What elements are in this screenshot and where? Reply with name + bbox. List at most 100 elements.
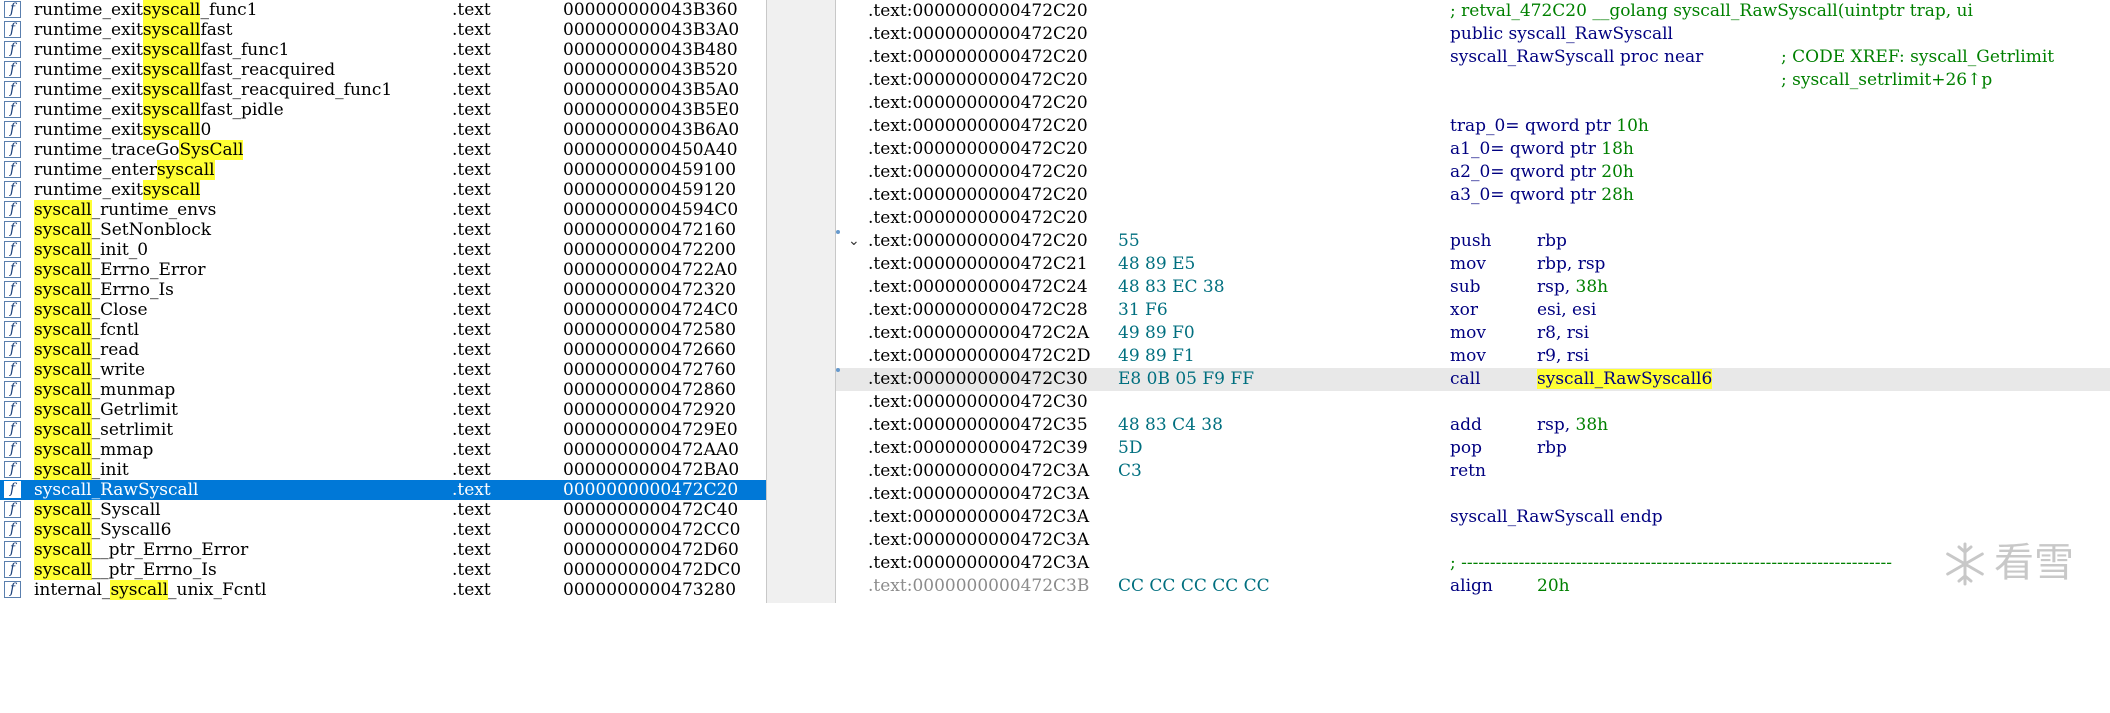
function-name: syscall_Close [34, 300, 148, 320]
xref-comment[interactable]: ; syscall_setrlimit+26↑p [1781, 69, 1992, 92]
disasm-line[interactable]: .text:0000000000472C39 5D pop rbp [836, 437, 2110, 460]
opcode-bytes: 49 89 F1 [1118, 346, 1195, 366]
breakpoint-marker [836, 230, 840, 234]
function-row[interactable]: f syscall_munmap .text 0000000000472860 [0, 380, 766, 400]
disasm-line[interactable]: .text:0000000000472C20 syscall_RawSyscall… [836, 46, 2110, 69]
search-match: syscall [142, 120, 201, 140]
disasm-line[interactable]: .text:0000000000472C35 48 83 C4 38 add rsp,… [836, 414, 2110, 437]
search-match: syscall [34, 520, 92, 540]
disasm-line[interactable]: .text:0000000000472C3A syscall_RawSyscall… [836, 506, 2110, 529]
function-row[interactable]: f syscall_Getrlimit .text 0000000000472920 [0, 400, 766, 420]
function-name: runtime_exitsyscall_func1 [34, 0, 258, 20]
search-match: syscall [34, 260, 92, 280]
line-address: .text:0000000000472C3B [868, 576, 1090, 596]
disasm-line[interactable]: .text:0000000000472C3B CC CC CC CC CC alig… [836, 575, 2110, 598]
function-row[interactable]: f syscall_Errno_Error .text 00000000004722A… [0, 260, 766, 280]
function-icon: f [4, 261, 21, 278]
name-part: _unix_Fcntl [168, 580, 267, 600]
function-row[interactable]: f syscall_write .text 0000000000472760 [0, 360, 766, 380]
function-name: runtime_exitsyscallfast_reacquired_func1 [34, 80, 392, 100]
collapse-chevron-icon[interactable]: ⌄ [848, 230, 860, 253]
disasm-line[interactable]: .text:0000000000472C21 48 89 E5 mov rbp, rs… [836, 253, 2110, 276]
function-name: syscall_RawSyscall [34, 480, 198, 500]
function-row[interactable]: f syscall_RawSyscall .text 0000000000472C20 [0, 480, 766, 500]
name-part: _write [91, 360, 146, 380]
disasm-line[interactable]: .text:0000000000472C20 [836, 207, 2110, 230]
name-part: runtime_exit [34, 80, 143, 100]
function-name: runtime_exitsyscallfast_pidle [34, 100, 284, 120]
function-row[interactable]: f syscall_SetNonblock .text 000000000047216… [0, 220, 766, 240]
search-match: syscall [34, 300, 92, 320]
function-row[interactable]: f syscall__ptr_Errno_Error .text 0000000000… [0, 540, 766, 560]
function-address: 0000000000472BA0 [563, 460, 740, 480]
function-icon: f [4, 81, 21, 98]
function-row[interactable]: f runtime_exitsyscallfast_reacquired .text… [0, 60, 766, 80]
function-row[interactable]: f syscall_init_0 .text 0000000000472200 [0, 240, 766, 260]
function-row[interactable]: f syscall_setrlimit .text 00000000004729E0 [0, 420, 766, 440]
disasm-line[interactable]: .text:0000000000472C20 a1_0= qword ptr 18… [836, 138, 2110, 161]
disasm-line[interactable]: .text:0000000000472C24 48 83 EC 38 sub rsp,… [836, 276, 2110, 299]
function-row[interactable]: f runtime_exitsyscall .text 000000000045912… [0, 180, 766, 200]
disasm-line[interactable]: .text:0000000000472C2A 49 89 F0 mov r8, rsi [836, 322, 2110, 345]
name-part: runtime_exit [34, 20, 143, 40]
name-part: _init_0 [91, 240, 149, 260]
function-row[interactable]: f runtime_traceGoSysCall .text 000000000045… [0, 140, 766, 160]
function-row[interactable]: f syscall_Errno_Is .text 0000000000472320 [0, 280, 766, 300]
line-address: .text:0000000000472C3A [868, 461, 1090, 481]
function-row[interactable]: f syscall_read .text 0000000000472660 [0, 340, 766, 360]
function-row[interactable]: f runtime_entersyscall .text 00000000004591… [0, 160, 766, 180]
search-match: syscall [34, 460, 92, 480]
function-row[interactable]: f syscall_fcntl .text 0000000000472580 [0, 320, 766, 340]
name-part: _setrlimit [91, 420, 174, 440]
pane-splitter[interactable] [766, 0, 836, 603]
function-row[interactable]: f internal_syscall_unix_Fcntl .text 0000000… [0, 580, 766, 600]
disasm-line[interactable]: .text:0000000000472C3A ; ----------------… [836, 552, 2110, 575]
function-icon: f [4, 381, 21, 398]
function-row[interactable]: f runtime_exitsyscallfast .text 00000000004… [0, 20, 766, 40]
function-row[interactable]: f syscall_Close .text 00000000004724C0 [0, 300, 766, 320]
function-row[interactable]: f runtime_exitsyscallfast_pidle .text 00000… [0, 100, 766, 120]
disasm-line[interactable]: ⌄ .text:0000000000472C20 55 push rbp [836, 230, 2110, 253]
function-name: syscall_Getrlimit [34, 400, 178, 420]
disasm-line[interactable]: .text:0000000000472C30 [836, 391, 2110, 414]
function-address: 0000000000472320 [563, 280, 737, 300]
function-row[interactable]: f runtime_exitsyscallfast_reacquired_func… [0, 80, 766, 100]
disasm-line[interactable]: .text:0000000000472C20 a3_0= qword ptr 28… [836, 184, 2110, 207]
operands: rbp [1537, 437, 1567, 460]
disasm-line[interactable]: .text:0000000000472C20 ; retval_472C20 __… [836, 0, 2110, 23]
stack-variable: a2_0= qword ptr 20h [1450, 161, 1634, 184]
disasm-line[interactable]: .text:0000000000472C20 trap_0= qword ptr … [836, 115, 2110, 138]
function-row[interactable]: f syscall_mmap .text 0000000000472AA0 [0, 440, 766, 460]
disasm-line[interactable]: .text:0000000000472C3A [836, 529, 2110, 552]
function-address: 0000000000472660 [563, 340, 737, 360]
disasm-line[interactable]: .text:0000000000472C20 public syscall_Raw… [836, 23, 2110, 46]
function-row[interactable]: f runtime_exitsyscallfast_func1 .text 00000… [0, 40, 766, 60]
disasm-line[interactable]: .text:0000000000472C20 ; syscall_setrlimi… [836, 69, 2110, 92]
watermark: 看雪 [1942, 533, 2082, 593]
function-address: 0000000000472DC0 [563, 560, 742, 580]
disasm-line[interactable]: .text:0000000000472C2D 49 89 F1 mov r9, rsi [836, 345, 2110, 368]
disasm-line[interactable]: .text:0000000000472C3A C3 retn [836, 460, 2110, 483]
disasm-line[interactable]: .text:0000000000472C20 a2_0= qword ptr 20… [836, 161, 2110, 184]
function-segment: .text [452, 220, 491, 240]
function-row[interactable]: f syscall_Syscall6 .text 0000000000472CC0 [0, 520, 766, 540]
disasm-line[interactable]: .text:0000000000472C28 31 F6 xor esi, esi [836, 299, 2110, 322]
function-icon: f [4, 241, 21, 258]
function-row[interactable]: f syscall_Syscall .text 0000000000472C40 [0, 500, 766, 520]
disasm-line[interactable]: .text:0000000000472C30 E8 0B 05 F9 FF call… [836, 368, 2110, 391]
function-row[interactable]: f runtime_exitsyscall0 .text 000000000043B6… [0, 120, 766, 140]
function-row[interactable]: f runtime_exitsyscall_func1 .text 000000000… [0, 0, 766, 20]
function-segment: .text [452, 0, 491, 20]
name-part: _Syscall6 [91, 520, 172, 540]
function-row[interactable]: f syscall__ptr_Errno_Is .text 0000000000472… [0, 560, 766, 580]
search-match: syscall [34, 500, 92, 520]
function-row[interactable]: f syscall_runtime_envs .text 00000000004594… [0, 200, 766, 220]
line-address: .text:0000000000472C28 [868, 300, 1088, 320]
call-target-link[interactable]: syscall_RawSyscall6 [1537, 369, 1713, 389]
disasm-line[interactable]: .text:0000000000472C20 [836, 92, 2110, 115]
disasm-line[interactable]: .text:0000000000472C3A [836, 483, 2110, 506]
function-row[interactable]: f syscall_init .text 0000000000472BA0 [0, 460, 766, 480]
function-address: 0000000000472D60 [563, 540, 739, 560]
opcode-bytes: E8 0B 05 F9 FF [1118, 369, 1254, 389]
xref-comment[interactable]: ; CODE XREF: syscall_Getrlimit [1781, 46, 2054, 69]
